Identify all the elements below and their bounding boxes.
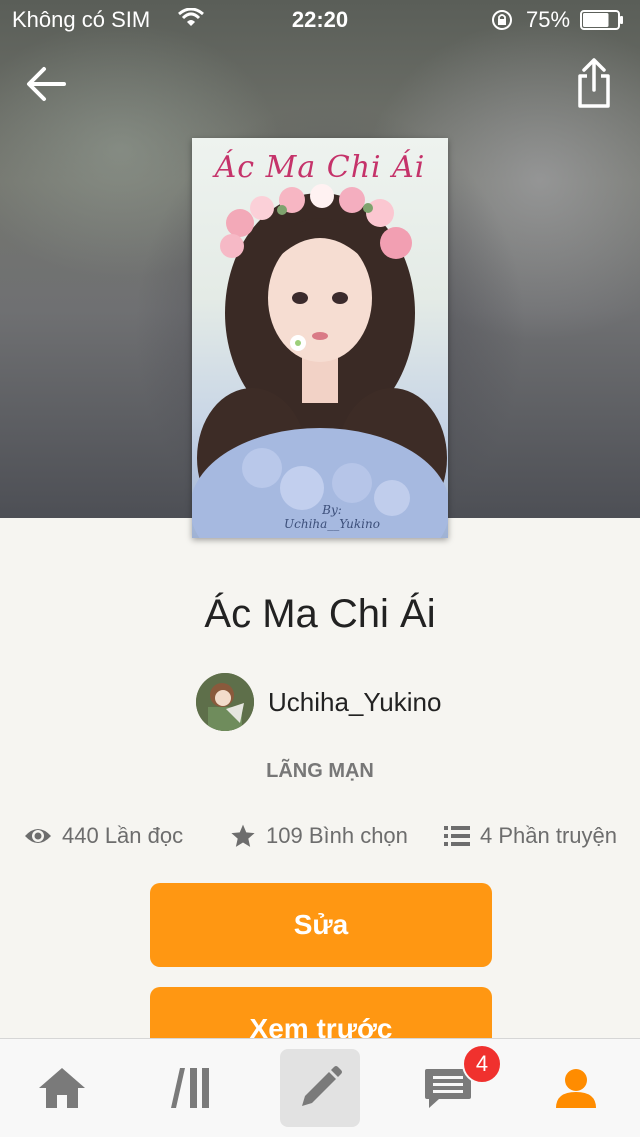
parts-count: 4 Phần truyện — [480, 823, 617, 848]
eye-icon — [25, 829, 51, 843]
arrow-left-icon[interactable] — [24, 62, 68, 106]
tab-home[interactable] — [22, 1039, 102, 1137]
stats-row: 440 Lần đọc 109 Bình chọn 4 Phần truyện — [0, 816, 640, 856]
book-title: Ác Ma Chi Ái — [204, 592, 436, 636]
cover-illustration — [192, 184, 448, 538]
pencil-icon — [302, 1066, 342, 1106]
star-icon — [231, 824, 255, 847]
edit-button[interactable]: Sửa — [150, 883, 492, 967]
battery-percent: 75% — [526, 7, 571, 32]
tab-library[interactable] — [152, 1039, 232, 1137]
messages-badge: 4 — [462, 1044, 502, 1084]
avatar[interactable] — [196, 673, 254, 731]
share-icon[interactable] — [574, 56, 614, 110]
tab-bar — [0, 1038, 640, 1137]
cover-title: Ác Ma Chi Ái — [214, 150, 426, 185]
status-bar: Không có SIM 22:20 75% — [0, 0, 640, 40]
battery-icon — [580, 10, 623, 30]
avatar-image — [196, 673, 254, 731]
tab-profile[interactable] — [536, 1039, 616, 1137]
tab-write[interactable] — [280, 1049, 360, 1127]
genre-label[interactable]: LÃNG MẠN — [0, 760, 640, 783]
cover-byline: By: Uchiha__Yukino — [252, 503, 412, 531]
votes-count: 109 Bình chọn — [266, 823, 408, 848]
reads-count: 440 Lần đọc — [62, 823, 184, 848]
cover-byline-author: Uchiha__Yukino — [284, 517, 380, 531]
home-icon — [39, 1068, 85, 1108]
cover-byline-by: By: — [322, 503, 342, 517]
parts-stat: 4 Phần truyện — [444, 816, 617, 856]
list-icon — [444, 826, 470, 846]
library-icon — [171, 1068, 209, 1108]
profile-icon — [556, 1069, 596, 1108]
votes-stat: 109 Bình chọn — [230, 816, 408, 856]
author-name[interactable]: Uchiha_Yukino — [268, 687, 441, 718]
reads-stat: 440 Lần đọc — [24, 816, 183, 856]
author-row[interactable]: Uchiha_Yukino — [196, 672, 441, 732]
book-cover[interactable]: Ác Ma Chi Ái By: Uchiha__Yukino — [192, 138, 448, 538]
rotation-lock-icon — [492, 10, 512, 30]
